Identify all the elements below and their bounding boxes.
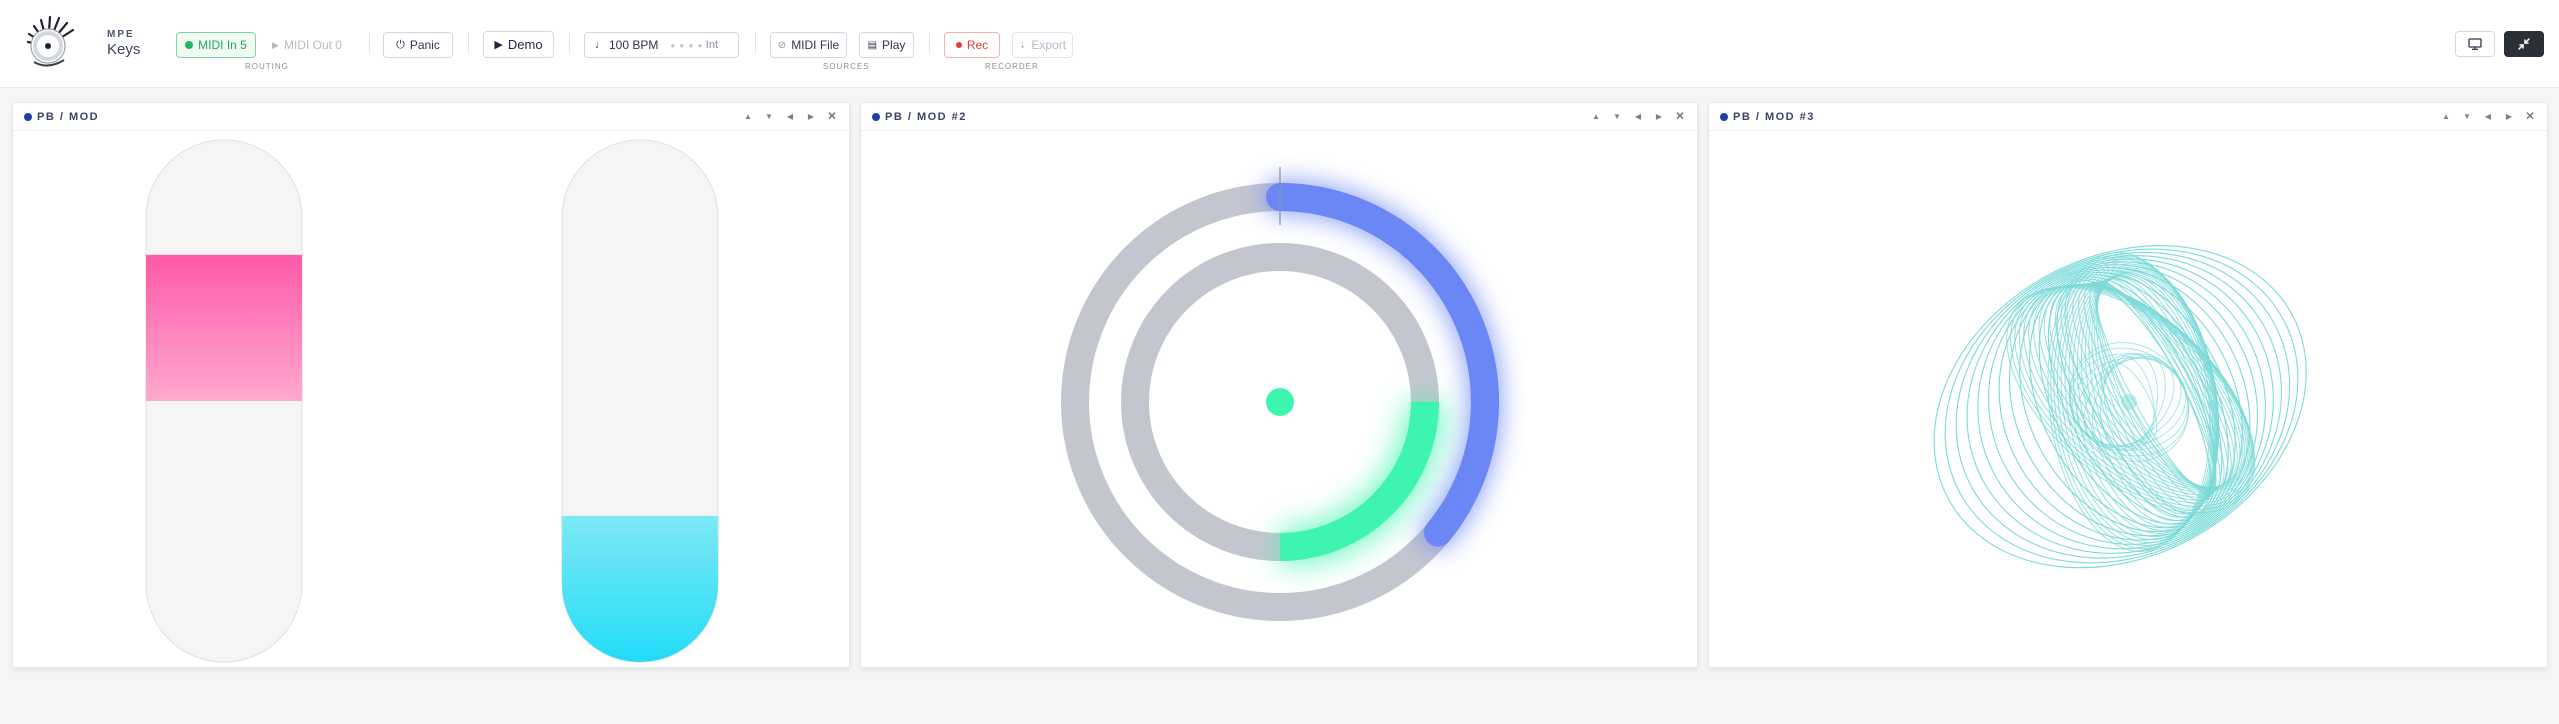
divider [569,33,570,53]
move-right-icon[interactable]: ▶ [2504,110,2514,122]
demo-label: Demo [507,37,543,52]
routing-label: ROUTING [245,62,289,71]
panel-title: PB / MOD #2 [885,111,967,123]
divider [755,33,756,53]
panel-header[interactable]: PB / MOD ▲ ▼ ◀ ▶ ✕ [13,103,849,131]
collapse-icon [2518,38,2530,50]
power-icon: ⏻ [396,38,405,51]
wireframe-visualizer[interactable] [1709,132,2549,668]
panel-status-dot [24,113,32,121]
move-right-icon[interactable]: ▶ [1654,110,1664,122]
panel-header[interactable]: PB / MOD #3 ▲ ▼ ◀ ▶ ✕ [1709,103,2547,131]
move-left-icon[interactable]: ◀ [1633,110,1643,122]
midi-in-label: MIDI In 5 [198,38,247,52]
recorder-label: RECORDER [985,62,1039,71]
toolbar: MPE Keys MIDI In 5 ▶ MIDI Out 0 ROUTING … [0,0,2559,88]
ring-dial[interactable] [861,132,1699,668]
record-button[interactable]: Rec [944,32,1000,58]
move-left-icon[interactable]: ◀ [2483,110,2493,122]
move-down-icon[interactable]: ▼ [764,110,774,122]
play-button[interactable]: ▤ Play [859,32,914,58]
panel-title: PB / MOD #3 [1733,111,1815,123]
midi-in-button[interactable]: MIDI In 5 [176,32,256,58]
midi-file-label: MIDI File [791,38,840,52]
move-down-icon[interactable]: ▼ [1612,110,1622,122]
play-label: Play [882,38,906,52]
brand-subtitle: MPE [107,29,135,40]
play-small-icon: ▶ [272,39,279,50]
tempo-value: 100 BPM [609,38,659,52]
move-down-icon[interactable]: ▼ [2462,110,2472,122]
move-up-icon[interactable]: ▲ [1591,110,1601,122]
note-icon: ♩ [595,39,606,51]
panic-button[interactable]: ⏻ Panic [383,32,453,58]
link-icon: ⊘ [777,39,787,51]
beat-indicator: ● ● ● ● [670,40,704,50]
panel-pb-mod-3: PB / MOD #3 ▲ ▼ ◀ ▶ ✕ [1708,102,2548,668]
record-label: Rec [966,38,989,52]
panel-pb-mod-2: PB / MOD #2 ▲ ▼ ◀ ▶ ✕ [860,102,1698,668]
panel-status-dot [872,113,880,121]
move-up-icon[interactable]: ▲ [743,110,753,122]
export-label: Export [1031,38,1067,52]
move-right-icon[interactable]: ▶ [806,110,816,122]
midi-out-label: MIDI Out 0 [283,38,342,52]
midi-out-button[interactable]: ▶ MIDI Out 0 [264,32,350,58]
midi-file-button[interactable]: ⊘ MIDI File [770,32,847,58]
move-up-icon[interactable]: ▲ [2441,110,2451,122]
sources-label: SOURCES [823,62,870,71]
export-icon: ⇣ [1018,39,1027,50]
panel-status-dot [1720,113,1728,121]
panel-body [861,132,1697,667]
list-icon: ▤ [867,39,878,51]
close-icon[interactable]: ✕ [1675,109,1685,123]
monitor-icon [2468,38,2482,50]
clock-source: Int [705,39,718,51]
panel-header[interactable]: PB / MOD #2 ▲ ▼ ◀ ▶ ✕ [861,103,1697,131]
divider [369,33,370,53]
collapse-button[interactable] [2504,31,2544,57]
display-mode-button[interactable] [2455,31,2495,57]
panel-title: PB / MOD [37,111,100,123]
demo-button[interactable]: ▶ Demo [483,31,554,58]
divider [468,33,469,53]
play-icon: ▶ [494,39,503,51]
panel-body [1709,132,2547,667]
panel-pb-mod: PB / MOD ▲ ▼ ◀ ▶ ✕ [12,102,850,668]
wireframe-shape [1933,245,2307,569]
brand-name: Keys [107,41,141,58]
divider [929,33,930,53]
logo-icon [20,12,86,74]
tempo-control[interactable]: ♩ 100 BPM ● ● ● ● Int [584,32,739,58]
panel-body [13,132,849,667]
export-button[interactable]: ⇣ Export [1012,32,1073,58]
close-icon[interactable]: ✕ [827,109,837,123]
close-icon[interactable]: ✕ [2525,109,2535,123]
record-icon [955,42,962,48]
panic-label: Panic [409,38,440,52]
move-left-icon[interactable]: ◀ [785,110,795,122]
pb-mod-sliders[interactable] [13,132,851,668]
center-dot [1266,388,1294,416]
pitch-bend-fill [146,254,302,401]
status-dot-icon [185,41,194,49]
